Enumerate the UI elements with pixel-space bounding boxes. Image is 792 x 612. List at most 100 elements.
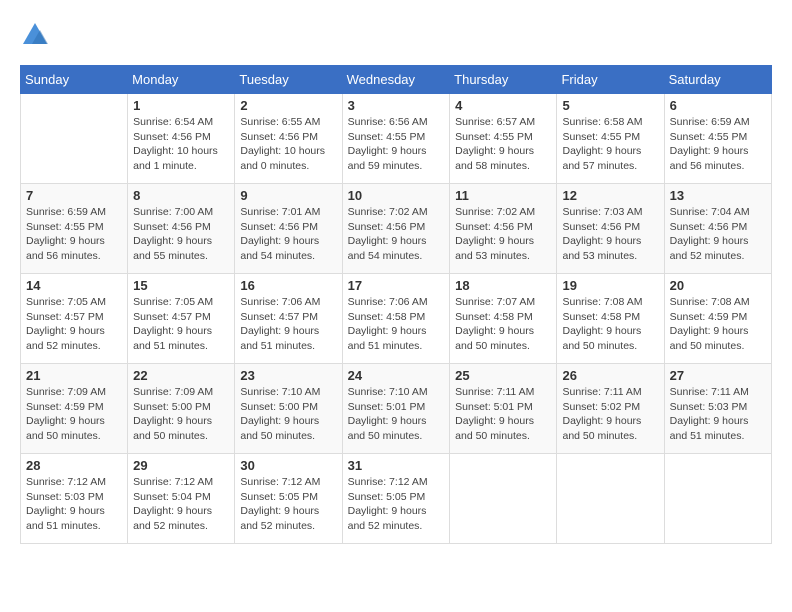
day-detail: Sunrise: 6:54 AMSunset: 4:56 PMDaylight:…: [133, 115, 229, 174]
header-cell-friday: Friday: [557, 66, 664, 94]
day-number: 18: [455, 278, 551, 293]
header-cell-sunday: Sunday: [21, 66, 128, 94]
day-number: 29: [133, 458, 229, 473]
day-cell: 18 Sunrise: 7:07 AMSunset: 4:58 PMDayligh…: [450, 274, 557, 364]
header-cell-thursday: Thursday: [450, 66, 557, 94]
day-number: 6: [670, 98, 766, 113]
day-detail: Sunrise: 7:11 AMSunset: 5:03 PMDaylight:…: [670, 385, 766, 444]
day-cell: 14 Sunrise: 7:05 AMSunset: 4:57 PMDayligh…: [21, 274, 128, 364]
calendar-body: 1 Sunrise: 6:54 AMSunset: 4:56 PMDaylight…: [21, 94, 772, 544]
day-detail: Sunrise: 7:12 AMSunset: 5:03 PMDaylight:…: [26, 475, 122, 534]
day-number: 24: [348, 368, 445, 383]
day-number: 20: [670, 278, 766, 293]
day-number: 10: [348, 188, 445, 203]
day-cell: [664, 454, 771, 544]
day-detail: Sunrise: 7:12 AMSunset: 5:05 PMDaylight:…: [240, 475, 336, 534]
day-number: 31: [348, 458, 445, 473]
day-cell: [450, 454, 557, 544]
day-cell: 12 Sunrise: 7:03 AMSunset: 4:56 PMDayligh…: [557, 184, 664, 274]
day-number: 1: [133, 98, 229, 113]
week-row-2: 14 Sunrise: 7:05 AMSunset: 4:57 PMDayligh…: [21, 274, 772, 364]
day-number: 9: [240, 188, 336, 203]
day-number: 4: [455, 98, 551, 113]
day-detail: Sunrise: 7:02 AMSunset: 4:56 PMDaylight:…: [348, 205, 445, 264]
day-cell: 3 Sunrise: 6:56 AMSunset: 4:55 PMDaylight…: [342, 94, 450, 184]
day-cell: 7 Sunrise: 6:59 AMSunset: 4:55 PMDaylight…: [21, 184, 128, 274]
day-detail: Sunrise: 6:59 AMSunset: 4:55 PMDaylight:…: [670, 115, 766, 174]
day-cell: 30 Sunrise: 7:12 AMSunset: 5:05 PMDayligh…: [235, 454, 342, 544]
day-number: 16: [240, 278, 336, 293]
day-cell: 28 Sunrise: 7:12 AMSunset: 5:03 PMDayligh…: [21, 454, 128, 544]
day-cell: 31Sunrise: 7:12 AMSunset: 5:05 PMDayligh…: [342, 454, 450, 544]
week-row-3: 21Sunrise: 7:09 AMSunset: 4:59 PMDayligh…: [21, 364, 772, 454]
day-detail: Sunrise: 7:02 AMSunset: 4:56 PMDaylight:…: [455, 205, 551, 264]
day-detail: Sunrise: 7:01 AMSunset: 4:56 PMDaylight:…: [240, 205, 336, 264]
header-cell-wednesday: Wednesday: [342, 66, 450, 94]
day-cell: 13 Sunrise: 7:04 AMSunset: 4:56 PMDayligh…: [664, 184, 771, 274]
day-detail: Sunrise: 7:10 AMSunset: 5:00 PMDaylight:…: [240, 385, 336, 444]
day-cell: 21Sunrise: 7:09 AMSunset: 4:59 PMDayligh…: [21, 364, 128, 454]
header-cell-saturday: Saturday: [664, 66, 771, 94]
day-detail: Sunrise: 7:06 AMSunset: 4:58 PMDaylight:…: [348, 295, 445, 354]
day-cell: 5Sunrise: 6:58 AMSunset: 4:55 PMDaylight…: [557, 94, 664, 184]
day-detail: Sunrise: 6:59 AMSunset: 4:55 PMDaylight:…: [26, 205, 122, 264]
day-number: 21: [26, 368, 122, 383]
day-detail: Sunrise: 7:08 AMSunset: 4:58 PMDaylight:…: [562, 295, 658, 354]
calendar-table: SundayMondayTuesdayWednesdayThursdayFrid…: [20, 65, 772, 544]
day-detail: Sunrise: 6:55 AMSunset: 4:56 PMDaylight:…: [240, 115, 336, 174]
day-number: 14: [26, 278, 122, 293]
day-detail: Sunrise: 7:11 AMSunset: 5:01 PMDaylight:…: [455, 385, 551, 444]
day-number: 17: [348, 278, 445, 293]
day-cell: 26 Sunrise: 7:11 AMSunset: 5:02 PMDayligh…: [557, 364, 664, 454]
day-detail: Sunrise: 7:12 AMSunset: 5:04 PMDaylight:…: [133, 475, 229, 534]
day-number: 28: [26, 458, 122, 473]
day-detail: Sunrise: 7:00 AMSunset: 4:56 PMDaylight:…: [133, 205, 229, 264]
day-cell: 1 Sunrise: 6:54 AMSunset: 4:56 PMDaylight…: [128, 94, 235, 184]
day-cell: 25 Sunrise: 7:11 AMSunset: 5:01 PMDayligh…: [450, 364, 557, 454]
day-number: 2: [240, 98, 336, 113]
day-number: 25: [455, 368, 551, 383]
day-number: 19: [562, 278, 658, 293]
day-cell: 29 Sunrise: 7:12 AMSunset: 5:04 PMDayligh…: [128, 454, 235, 544]
day-number: 3: [348, 98, 445, 113]
day-cell: 16Sunrise: 7:06 AMSunset: 4:57 PMDayligh…: [235, 274, 342, 364]
day-detail: Sunrise: 7:05 AMSunset: 4:57 PMDaylight:…: [26, 295, 122, 354]
day-cell: [21, 94, 128, 184]
page-header: [20, 20, 772, 50]
header-cell-tuesday: Tuesday: [235, 66, 342, 94]
day-detail: Sunrise: 6:56 AMSunset: 4:55 PMDaylight:…: [348, 115, 445, 174]
day-cell: 23 Sunrise: 7:10 AMSunset: 5:00 PMDayligh…: [235, 364, 342, 454]
calendar-header: SundayMondayTuesdayWednesdayThursdayFrid…: [21, 66, 772, 94]
day-detail: Sunrise: 7:07 AMSunset: 4:58 PMDaylight:…: [455, 295, 551, 354]
day-number: 11: [455, 188, 551, 203]
day-cell: 17 Sunrise: 7:06 AMSunset: 4:58 PMDayligh…: [342, 274, 450, 364]
day-detail: Sunrise: 7:10 AMSunset: 5:01 PMDaylight:…: [348, 385, 445, 444]
day-detail: Sunrise: 7:04 AMSunset: 4:56 PMDaylight:…: [670, 205, 766, 264]
day-cell: 8Sunrise: 7:00 AMSunset: 4:56 PMDaylight…: [128, 184, 235, 274]
day-number: 27: [670, 368, 766, 383]
day-number: 26: [562, 368, 658, 383]
day-detail: Sunrise: 7:11 AMSunset: 5:02 PMDaylight:…: [562, 385, 658, 444]
day-detail: Sunrise: 7:08 AMSunset: 4:59 PMDaylight:…: [670, 295, 766, 354]
day-cell: 9 Sunrise: 7:01 AMSunset: 4:56 PMDaylight…: [235, 184, 342, 274]
day-cell: 11 Sunrise: 7:02 AMSunset: 4:56 PMDayligh…: [450, 184, 557, 274]
day-number: 15: [133, 278, 229, 293]
week-row-0: 1 Sunrise: 6:54 AMSunset: 4:56 PMDaylight…: [21, 94, 772, 184]
logo-icon: [20, 20, 50, 50]
day-number: 12: [562, 188, 658, 203]
header-cell-monday: Monday: [128, 66, 235, 94]
day-cell: 22Sunrise: 7:09 AMSunset: 5:00 PMDayligh…: [128, 364, 235, 454]
day-detail: Sunrise: 7:09 AMSunset: 5:00 PMDaylight:…: [133, 385, 229, 444]
day-number: 7: [26, 188, 122, 203]
day-cell: 15 Sunrise: 7:05 AMSunset: 4:57 PMDayligh…: [128, 274, 235, 364]
day-cell: 20 Sunrise: 7:08 AMSunset: 4:59 PMDayligh…: [664, 274, 771, 364]
day-cell: 24 Sunrise: 7:10 AMSunset: 5:01 PMDayligh…: [342, 364, 450, 454]
week-row-4: 28 Sunrise: 7:12 AMSunset: 5:03 PMDayligh…: [21, 454, 772, 544]
day-cell: 27 Sunrise: 7:11 AMSunset: 5:03 PMDayligh…: [664, 364, 771, 454]
day-detail: Sunrise: 7:03 AMSunset: 4:56 PMDaylight:…: [562, 205, 658, 264]
day-number: 23: [240, 368, 336, 383]
day-number: 30: [240, 458, 336, 473]
day-cell: 6 Sunrise: 6:59 AMSunset: 4:55 PMDaylight…: [664, 94, 771, 184]
day-detail: Sunrise: 7:05 AMSunset: 4:57 PMDaylight:…: [133, 295, 229, 354]
day-number: 13: [670, 188, 766, 203]
